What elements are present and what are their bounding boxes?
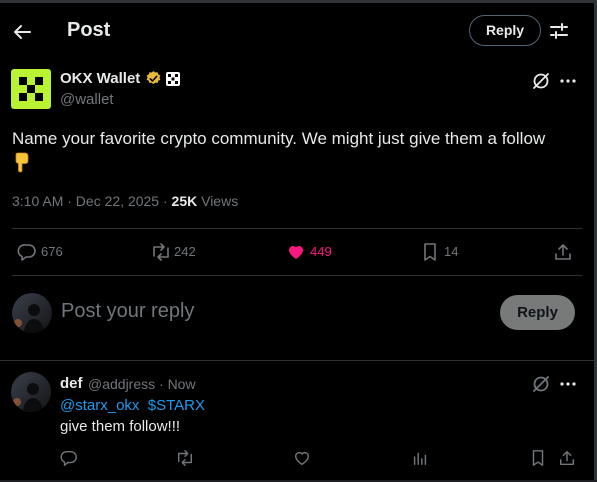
page-header: Post Reply xyxy=(0,0,594,60)
reply-user-avatar[interactable] xyxy=(11,372,51,412)
reply-share-icon[interactable] xyxy=(558,449,578,469)
more-options-icon[interactable] xyxy=(558,374,578,394)
reply-author-name[interactable]: def xyxy=(60,375,83,392)
reply-repost-icon[interactable] xyxy=(175,449,195,469)
reply-input[interactable]: Post your reply xyxy=(61,300,194,323)
grok-icon[interactable] xyxy=(531,71,551,91)
reply-text: give them follow!!! xyxy=(60,418,181,435)
divider xyxy=(12,275,582,276)
more-options-icon[interactable] xyxy=(558,71,578,91)
reply-analytics-icon[interactable] xyxy=(411,449,431,469)
okx-wallet-avatar[interactable] xyxy=(11,69,51,109)
reply-mentions: @starx_okx $STARX xyxy=(60,397,205,414)
grok-icon[interactable] xyxy=(531,374,551,394)
author-handle[interactable]: @wallet xyxy=(60,91,114,108)
views-label: Views xyxy=(197,193,239,209)
divider xyxy=(0,360,594,361)
reply-like-icon[interactable] xyxy=(293,449,313,469)
mention-link[interactable]: @starx_okx xyxy=(60,397,139,414)
bookmark-count: 14 xyxy=(444,244,459,259)
divider xyxy=(12,228,582,229)
header-reply-button[interactable]: Reply xyxy=(469,15,541,46)
reply-bookmark-icon[interactable] xyxy=(529,449,549,469)
reply-comment-icon[interactable] xyxy=(60,449,80,469)
compose-reply-button[interactable]: Reply xyxy=(500,295,575,330)
share-icon[interactable] xyxy=(553,242,575,262)
page-title: Post xyxy=(67,19,111,41)
user-avatar[interactable] xyxy=(12,293,52,333)
repost-action-button[interactable]: 242 xyxy=(150,242,210,262)
affiliate-okx-icon[interactable] xyxy=(166,72,180,86)
author-name[interactable]: OKX Wallet xyxy=(60,70,140,87)
back-arrow-icon[interactable] xyxy=(10,20,34,44)
post-timestamp-views: 3:10 AM · Dec 22, 2025 · 25K Views xyxy=(12,193,238,209)
views-count: 25K xyxy=(171,193,198,209)
settings-sliders-icon[interactable] xyxy=(548,20,570,42)
reply-action-button[interactable]: 676 xyxy=(17,242,77,262)
verified-badge-icon xyxy=(145,70,162,87)
repost-count: 242 xyxy=(174,244,196,259)
reply-handle-time[interactable]: @addjress · Now xyxy=(88,376,196,392)
bookmark-action-button[interactable]: 14 xyxy=(420,242,470,262)
pointing-down-emoji-icon xyxy=(12,151,32,173)
like-action-button[interactable]: 449 xyxy=(286,242,346,262)
post-text: Name your favorite crypto community. We … xyxy=(12,129,546,148)
post-time[interactable]: 3:10 AM · Dec 22, 2025 · xyxy=(12,193,172,209)
reply-count: 676 xyxy=(41,244,63,259)
cashtag-link[interactable]: $STARX xyxy=(148,397,205,414)
like-count: 449 xyxy=(310,244,332,259)
